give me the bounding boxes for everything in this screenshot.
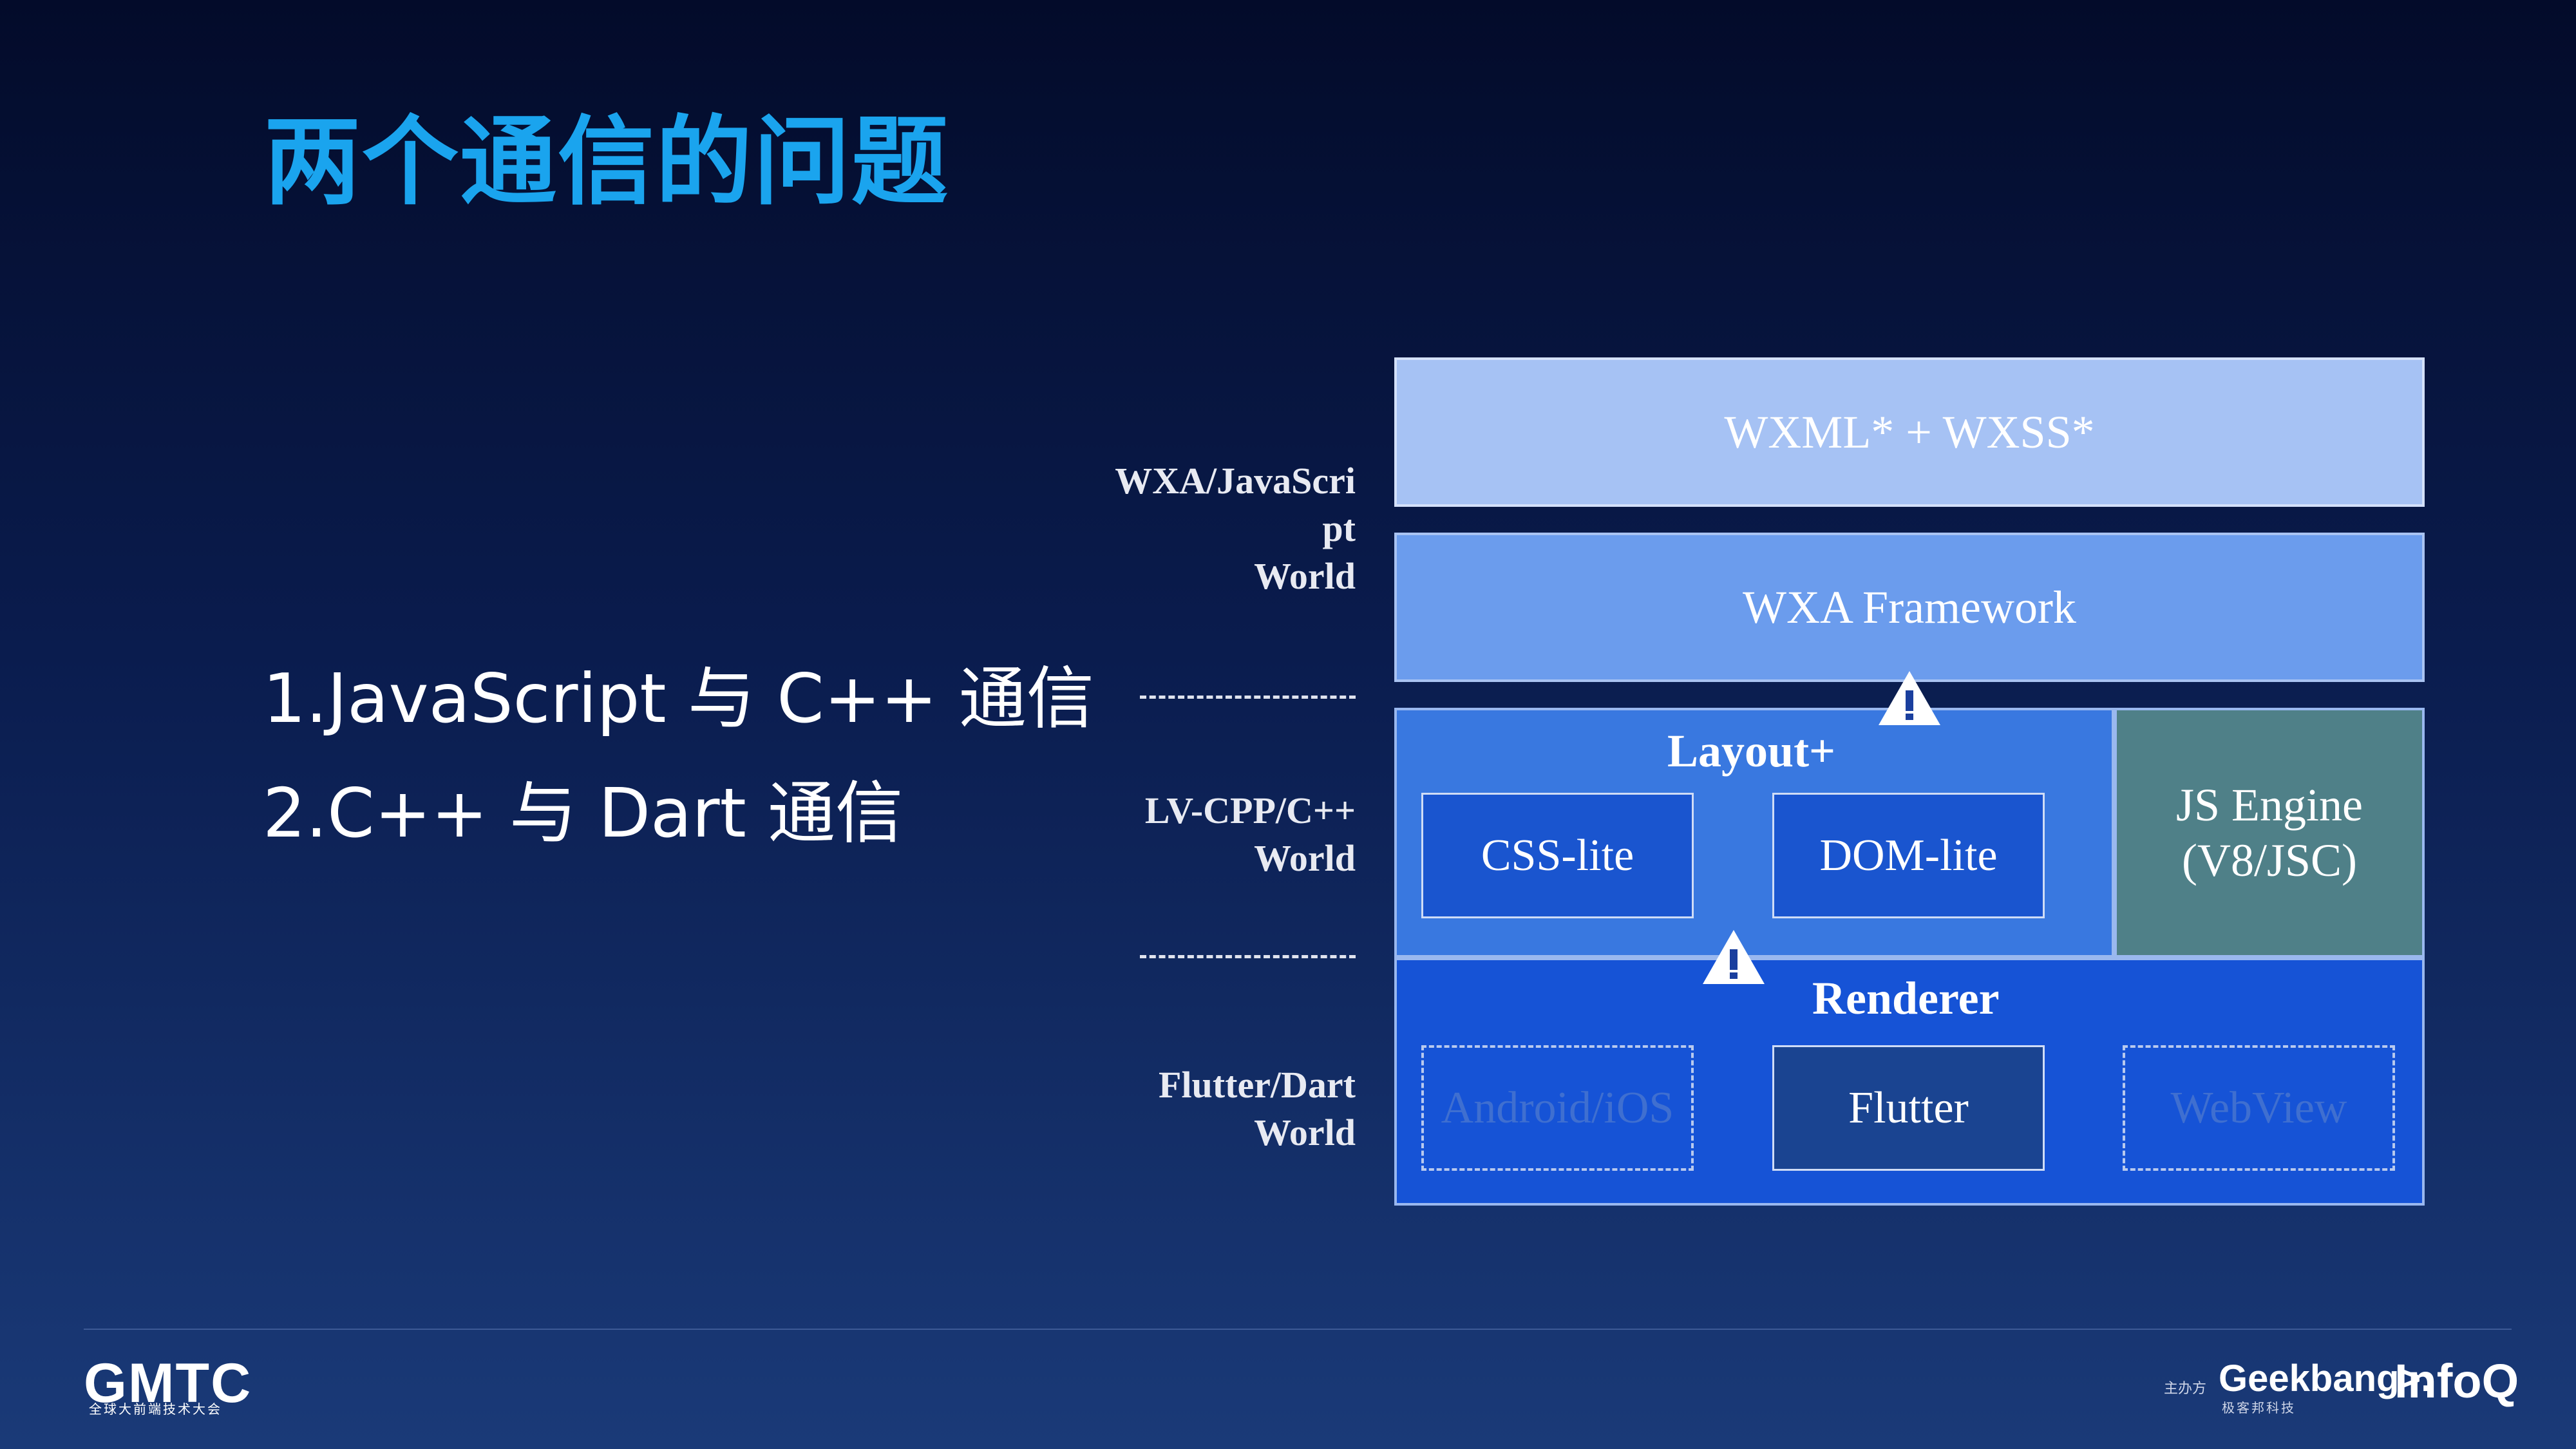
sponsor-label: 主办方 [2164, 1381, 2207, 1397]
wxml-wxss-label: WXML* + WXSS* [1724, 406, 2095, 458]
flutter-box: Flutter [1772, 1045, 2045, 1171]
dom-lite-label: DOM-lite [1819, 830, 1998, 880]
slide-title: 两个通信的问题 [264, 106, 950, 218]
warning-icon [1879, 671, 1940, 725]
renderer-box: Renderer Android/iOS Flutter WebView [1394, 958, 2425, 1206]
warning-icon [1703, 930, 1765, 984]
world-label-lv-cpp: LV-CPP/C++ World [1144, 790, 1356, 879]
gmtc-logo-subtitle: 全球大前端技术大会 [89, 1401, 222, 1417]
js-engine-box: JS Engine (V8/JSC) [2114, 708, 2425, 958]
wxa-framework-label: WXA Framework [1743, 581, 2076, 633]
world-label-wxa-javascript: WXA/JavaScri pt World [1115, 460, 1356, 597]
wxa-framework-box: WXA Framework [1394, 533, 2425, 682]
dom-lite-box: DOM-lite [1772, 793, 2045, 918]
bullet-item-2: 2.C++ 与 Dart 通信 [263, 774, 904, 853]
geekbang-logo-subtitle: 极客邦科技 [2222, 1400, 2296, 1416]
footer-divider [84, 1329, 2512, 1330]
renderer-label: Renderer [1812, 972, 2000, 1024]
android-ios-label: Android/iOS [1441, 1083, 1674, 1133]
android-ios-box: Android/iOS [1421, 1045, 1694, 1171]
world-label-flutter-dart: Flutter/Dart World [1159, 1064, 1356, 1153]
infoq-logo: InfoQ [2394, 1354, 2519, 1408]
webview-box: WebView [2123, 1045, 2395, 1171]
flutter-label: Flutter [1848, 1083, 1969, 1133]
layout-plus-label: Layout+ [1667, 725, 1836, 777]
world-separator-2 [1140, 955, 1356, 958]
layout-plus-box: Layout+ CSS-lite DOM-lite [1394, 708, 2114, 958]
world-separator-1 [1140, 696, 1356, 699]
bullet-item-1: 1.JavaScript 与 C++ 通信 [263, 659, 1094, 738]
webview-label: WebView [2170, 1083, 2347, 1133]
css-lite-box: CSS-lite [1421, 793, 1694, 918]
js-engine-sub-label: (V8/JSC) [2181, 835, 2358, 886]
js-engine-label: JS Engine [2175, 779, 2363, 831]
wxml-wxss-box: WXML* + WXSS* [1394, 357, 2425, 507]
css-lite-label: CSS-lite [1481, 830, 1634, 880]
